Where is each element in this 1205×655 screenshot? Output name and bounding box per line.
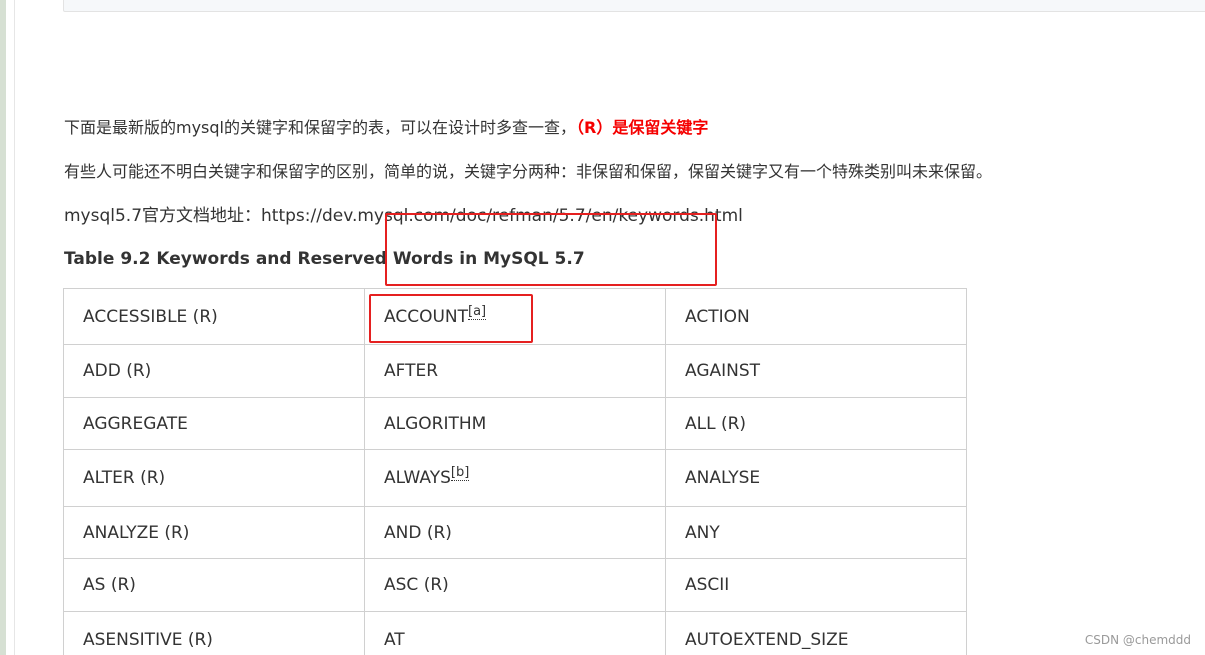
- keyword-text: ASCII: [685, 575, 730, 595]
- table-cell: ASC (R): [364, 558, 666, 612]
- keyword-text: AFTER: [384, 361, 439, 381]
- keyword-text: AGAINST: [685, 361, 761, 381]
- table-cell: AT: [364, 611, 666, 655]
- intro-text: 下面是最新版的mysql的关键字和保留字的表，可以在设计时多查一查，: [64, 118, 576, 137]
- left-rail-divider: [14, 0, 15, 655]
- table-cell: ANALYZE (R): [63, 506, 365, 559]
- reserved-note: （R）是保留关键字: [576, 118, 709, 137]
- keyword-text: AT: [384, 629, 405, 650]
- table-row: AS (R) ASC (R) ASCII: [63, 558, 967, 612]
- table-cell: AS (R): [63, 558, 365, 612]
- keyword-text: ALTER (R): [83, 468, 166, 488]
- table-cell: ANALYSE: [665, 449, 967, 507]
- table-row: ANALYZE (R) AND (R) ANY: [63, 506, 967, 559]
- keyword-text: ASENSITIVE (R): [83, 629, 213, 650]
- keyword-text: AS (R): [83, 575, 136, 595]
- table-cell: ALGORITHM: [364, 397, 666, 450]
- keyword-text: ACCESSIBLE (R): [83, 306, 218, 327]
- table-cell: ACCESSIBLE (R): [63, 288, 365, 345]
- keyword-text: ALL (R): [685, 413, 747, 434]
- footnote-link[interactable]: [a]: [468, 303, 487, 320]
- table-row: ACCESSIBLE (R) ACCOUNT[a] ACTION: [63, 288, 967, 345]
- keyword-text: ANY: [685, 522, 720, 543]
- table-cell: ALTER (R): [63, 449, 365, 507]
- table-cell: ASENSITIVE (R): [63, 611, 365, 655]
- table-cell: AUTOEXTEND_SIZE: [665, 611, 967, 655]
- table-cell: AGAINST: [665, 344, 967, 398]
- table-row: ASENSITIVE (R) AT AUTOEXTEND_SIZE: [63, 611, 967, 655]
- footnote-link[interactable]: [b]: [450, 465, 470, 482]
- explanation-paragraph: 有些人可能还不明白关键字和保留字的区别，简单的说，关键字分两种：非保留和保留，保…: [64, 162, 993, 181]
- table-cell: ADD (R): [63, 344, 365, 398]
- keyword-text: ANALYSE: [685, 468, 761, 488]
- code-block: [63, 0, 1205, 12]
- table-row: ADD (R) AFTER AGAINST: [63, 344, 967, 398]
- keyword-text: ALGORITHM: [384, 413, 487, 434]
- keyword-text: ALWAYS: [384, 468, 451, 488]
- watermark: CSDN @chemddd: [1084, 633, 1191, 647]
- table-cell: ALL (R): [665, 397, 967, 450]
- keyword-text: ACCOUNT: [384, 306, 468, 327]
- keyword-text: ADD (R): [83, 361, 152, 381]
- keyword-text: AGGREGATE: [83, 413, 188, 434]
- table-cell: ACTION: [665, 288, 967, 345]
- docs-link-paragraph: mysql5.7官方文档地址：https://dev.mysql.com/doc…: [64, 206, 743, 226]
- keyword-text: AUTOEXTEND_SIZE: [685, 629, 849, 650]
- left-rail: [0, 0, 6, 655]
- table-row: ALTER (R) ALWAYS[b] ANALYSE: [63, 449, 967, 507]
- table-title: Table 9.2 Keywords and Reserved Words in…: [64, 249, 585, 269]
- table-cell: AGGREGATE: [63, 397, 365, 450]
- table-cell: AND (R): [364, 506, 666, 559]
- table-cell: ALWAYS[b]: [364, 449, 666, 507]
- table-cell: AFTER: [364, 344, 666, 398]
- keyword-text: AND (R): [384, 522, 452, 543]
- intro-paragraph: 下面是最新版的mysql的关键字和保留字的表，可以在设计时多查一查，（R）是保留…: [64, 117, 708, 139]
- keyword-text: ASC (R): [384, 575, 449, 595]
- table-cell: ANY: [665, 506, 967, 559]
- table-row: AGGREGATE ALGORITHM ALL (R): [63, 397, 967, 450]
- keyword-text: ANALYZE (R): [83, 522, 190, 543]
- table-cell: ACCOUNT[a]: [364, 288, 666, 345]
- keywords-table: ACCESSIBLE (R) ACCOUNT[a] ACTION ADD (R) AFT…: [63, 288, 967, 655]
- table-cell: ASCII: [665, 558, 967, 612]
- article-page: 下面是最新版的mysql的关键字和保留字的表，可以在设计时多查一查，（R）是保留…: [0, 0, 1205, 655]
- keyword-text: ACTION: [685, 306, 750, 327]
